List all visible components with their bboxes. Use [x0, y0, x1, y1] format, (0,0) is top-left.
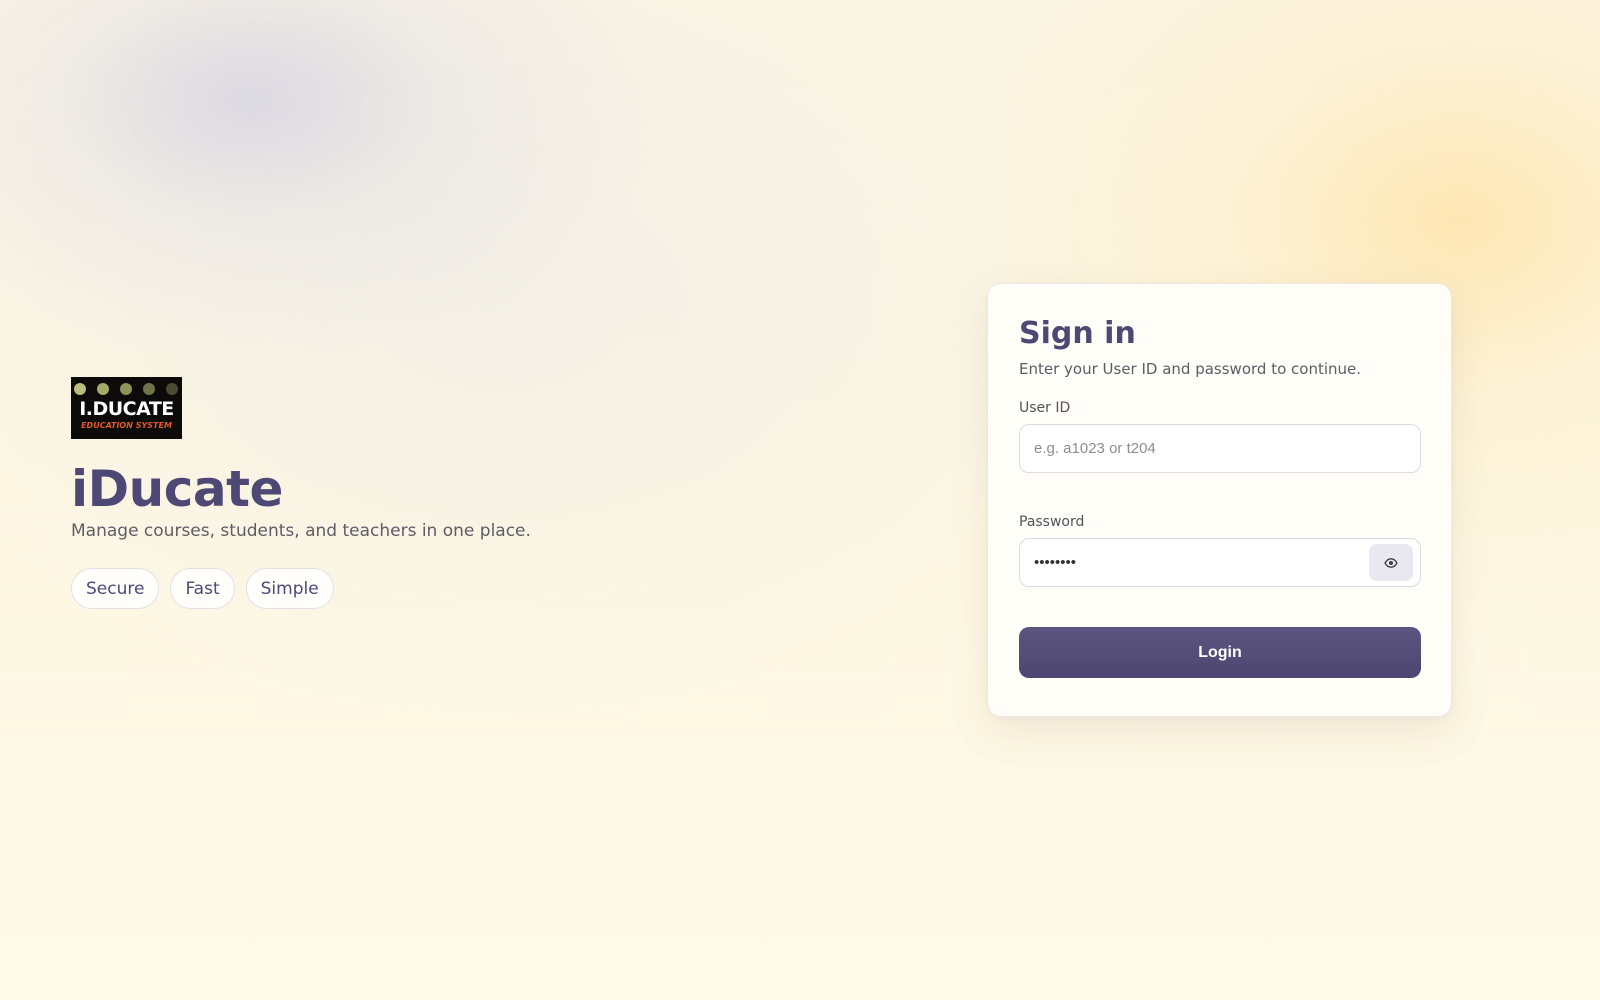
user-id-field-wrap: [1019, 424, 1421, 473]
brand-tagline: Manage courses, students, and teachers i…: [71, 521, 531, 541]
brand-title: iDucate: [71, 460, 283, 518]
password-label: Password: [1019, 514, 1085, 530]
password-field-wrap: [1019, 538, 1421, 587]
logo-dots: [74, 383, 178, 395]
feature-chips: Secure Fast Simple: [71, 568, 631, 609]
logo-dot: [120, 383, 132, 395]
logo-dot: [74, 383, 86, 395]
logo-wordmark: I.DUCATE: [79, 398, 174, 420]
login-button[interactable]: Login: [1019, 627, 1421, 678]
brand-section: I.DUCATE EDUCATION SYSTEM iDucate Manage…: [71, 377, 631, 609]
eye-icon: [1384, 557, 1398, 568]
brand-logo: I.DUCATE EDUCATION SYSTEM: [71, 377, 182, 439]
feature-chip-fast: Fast: [170, 568, 235, 609]
feature-chip-simple: Simple: [245, 568, 334, 609]
logo-subtext: EDUCATION SYSTEM: [81, 421, 172, 430]
signin-subtitle: Enter your User ID and password to conti…: [1019, 360, 1362, 378]
toggle-password-visibility-button[interactable]: [1369, 544, 1413, 581]
user-id-input[interactable]: [1019, 424, 1421, 473]
password-input[interactable]: [1019, 538, 1421, 587]
logo-dot: [166, 383, 178, 395]
logo-dot: [97, 383, 109, 395]
signin-title: Sign in: [1019, 316, 1136, 351]
logo-dot: [143, 383, 155, 395]
feature-chip-secure: Secure: [71, 568, 160, 609]
signin-card: Sign in Enter your User ID and password …: [987, 283, 1452, 717]
user-id-label: User ID: [1019, 400, 1071, 416]
